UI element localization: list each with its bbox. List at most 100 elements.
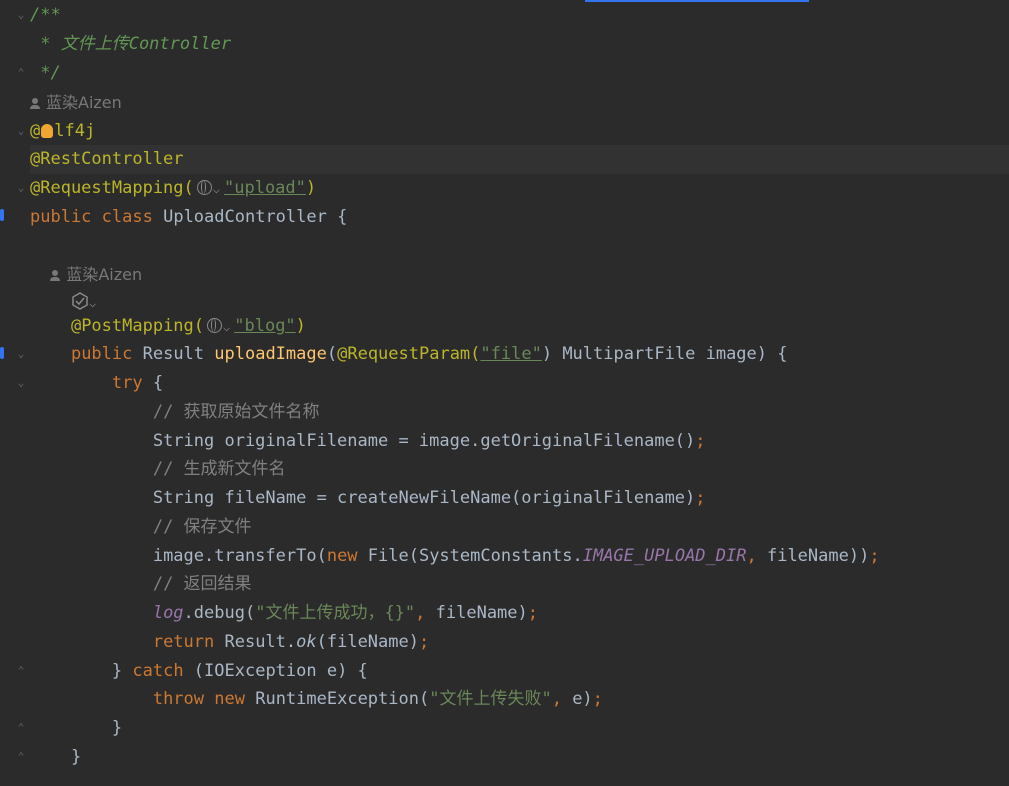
- code-line[interactable]: // 返回结果: [30, 570, 1009, 599]
- code-text: fileName): [425, 603, 528, 623]
- code-line[interactable]: // 生成新文件名: [30, 455, 1009, 484]
- code-text: image.transferTo(: [152, 546, 327, 566]
- code-text: }: [111, 661, 133, 681]
- semicolon: ;: [527, 603, 539, 623]
- code-line[interactable]: @RequestMapping( ⌵ "upload"): [30, 174, 1009, 203]
- code-text: }: [70, 747, 82, 767]
- annotation-text: ): [295, 316, 306, 336]
- code-text: e): [561, 689, 593, 709]
- code-line[interactable]: // 保存文件: [30, 513, 1009, 542]
- code-line[interactable]: @PostMapping( ⌵ "blog"): [30, 312, 1009, 341]
- code-text: fileName)): [756, 546, 870, 566]
- code-line[interactable]: // 获取原始文件名称: [30, 398, 1009, 427]
- code-text: File(SystemConstants.: [357, 546, 583, 566]
- author-name: 蓝染Aizen: [66, 265, 143, 284]
- code-text: (IOException e) {: [183, 661, 368, 681]
- user-icon: [50, 270, 61, 281]
- code-line[interactable]: @ lf4j: [30, 117, 1009, 146]
- code-text: ) MultipartFile image) {: [541, 344, 788, 364]
- string-literal: "blog": [234, 316, 296, 336]
- keyword: return: [152, 632, 215, 652]
- semicolon: ;: [869, 546, 880, 566]
- annotation-text: @PostMapping(: [70, 316, 205, 336]
- implementation-marker-icon[interactable]: [0, 347, 4, 359]
- annotation-text: @RestController: [30, 149, 184, 169]
- author-inlay-hint[interactable]: 蓝染Aizen: [30, 88, 1009, 117]
- line-comment: // 返回结果: [152, 574, 252, 594]
- code-line[interactable]: public Result uploadImage(@RequestParam(…: [30, 340, 1009, 369]
- line-comment: // 获取原始文件名称: [152, 402, 320, 422]
- type-name: Result: [132, 344, 215, 364]
- annotation-text: @: [30, 121, 41, 141]
- fold-icon[interactable]: ⌄: [15, 348, 27, 360]
- chevron-down-icon[interactable]: ⌵: [89, 296, 96, 310]
- code-line[interactable]: }: [30, 743, 1009, 772]
- constant: IMAGE_UPLOAD_DIR: [582, 546, 747, 566]
- doc-comment: /**: [30, 5, 61, 25]
- code-line[interactable]: }: [30, 714, 1009, 743]
- lightbulb-icon[interactable]: [41, 124, 54, 138]
- comma: ,: [551, 689, 562, 709]
- annotation-text: @RequestMapping(: [30, 178, 194, 198]
- doc-comment: * 文件上传Controller: [30, 34, 232, 54]
- code-text: Result.: [214, 632, 297, 652]
- doc-comment: */: [30, 63, 61, 83]
- code-line[interactable]: String fileName = createNewFileName(orig…: [30, 484, 1009, 513]
- class-name: UploadController {: [152, 207, 348, 227]
- code-text: String originalFilename = image.getOrigi…: [152, 431, 696, 451]
- fold-icon[interactable]: ⌄: [15, 125, 27, 137]
- keyword: new: [214, 689, 245, 709]
- method-name: uploadImage: [214, 344, 327, 364]
- fold-icon[interactable]: ⌃: [15, 67, 27, 79]
- globe-icon[interactable]: [207, 318, 223, 333]
- fold-icon[interactable]: ⌃: [15, 722, 27, 734]
- code-line[interactable]: throw new RuntimeException("文件上传失败", e);: [30, 685, 1009, 714]
- fold-icon[interactable]: ⌄: [15, 182, 27, 194]
- keyword: new: [326, 546, 358, 566]
- string-literal: "文件上传失败": [429, 689, 552, 709]
- fold-icon[interactable]: ⌃: [15, 665, 27, 677]
- globe-icon[interactable]: [196, 180, 212, 195]
- code-line[interactable]: return Result.ok(fileName);: [30, 628, 1009, 657]
- keyword: public: [30, 207, 92, 227]
- author-inlay-hint[interactable]: 蓝染Aizen: [30, 260, 1009, 289]
- annotation-text: ): [305, 178, 317, 198]
- code-line[interactable]: * 文件上传Controller: [30, 30, 1009, 59]
- chevron-down-icon[interactable]: ⌵: [213, 182, 220, 196]
- code-text: (: [326, 344, 338, 364]
- code-text: }: [111, 718, 123, 738]
- code-line[interactable]: public class UploadController {: [30, 203, 1009, 232]
- fold-icon[interactable]: ⌄: [15, 9, 27, 21]
- string-literal: "upload": [224, 178, 306, 198]
- code-line[interactable]: */: [30, 59, 1009, 88]
- annotation-text: (: [470, 344, 481, 364]
- fold-icon[interactable]: ⌃: [15, 751, 27, 763]
- code-line-current[interactable]: @RestController: [30, 145, 1009, 174]
- string-literal: "文件上传成功，{}": [255, 603, 416, 623]
- keyword: public: [70, 344, 133, 364]
- chevron-down-icon[interactable]: ⌵: [223, 320, 230, 334]
- fold-icon[interactable]: ⌄: [15, 377, 27, 389]
- code-text: {: [142, 373, 164, 393]
- code-line[interactable]: log.debug("文件上传成功，{}", fileName);: [30, 599, 1009, 628]
- code-line[interactable]: image.transferTo(new File(SystemConstant…: [30, 542, 1009, 571]
- comma: ,: [746, 546, 757, 566]
- semicolon: ;: [592, 689, 603, 709]
- code-line[interactable]: try {: [30, 369, 1009, 398]
- line-comment: // 保存文件: [152, 517, 252, 537]
- keyword: class: [101, 207, 153, 227]
- code-text: String fileName = createNewFileName(orig…: [152, 488, 696, 508]
- annotation-text: @RequestParam: [337, 344, 471, 364]
- semicolon: ;: [695, 488, 706, 508]
- code-line[interactable]: String originalFilename = image.getOrigi…: [30, 427, 1009, 456]
- implementation-marker-icon[interactable]: [0, 209, 4, 221]
- author-name: 蓝染Aizen: [46, 93, 122, 112]
- field-name: log: [152, 603, 184, 623]
- annotation-text: lf4j: [54, 121, 96, 141]
- static-method: ok: [296, 632, 317, 652]
- code-line[interactable]: } catch (IOException e) {: [30, 657, 1009, 686]
- semicolon: ;: [418, 632, 430, 652]
- string-literal: "file": [480, 344, 542, 364]
- generate-icon[interactable]: [71, 291, 89, 310]
- code-line[interactable]: /**: [30, 1, 1009, 30]
